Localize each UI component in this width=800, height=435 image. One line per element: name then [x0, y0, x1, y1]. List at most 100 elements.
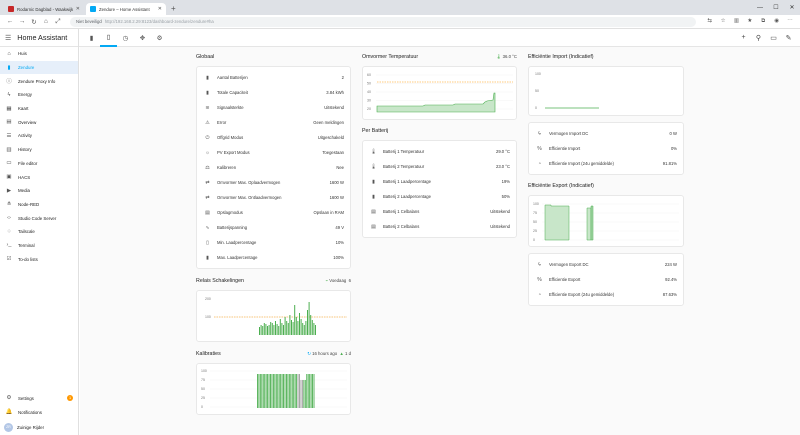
sidebar-item-media[interactable]: ▶ Media	[0, 184, 78, 198]
browser-tab-1[interactable]: Rodarnic Dagblad - Waakwijk Ei ✕	[4, 3, 84, 15]
kalibratie-bar	[261, 374, 263, 408]
back-icon[interactable]: ←	[4, 18, 16, 25]
entity-row[interactable]: ▮ Batterij 2 Laadpercentage 50%	[363, 189, 516, 204]
close-icon[interactable]: ✕	[158, 6, 162, 12]
sidebar-item-zendure-proxy-info[interactable]: ⓘ Zendure Proxy Info	[0, 74, 78, 88]
entity-row[interactable]: ▯ Min. Laadpercentage 10%	[197, 235, 350, 250]
entity-row[interactable]: ▮ Aantal Batterijen 2	[197, 70, 350, 85]
more-icon[interactable]: ⋯	[784, 18, 796, 24]
entity-row[interactable]: ⚠ Error Geen meldingen	[197, 115, 350, 130]
entity-value: 0%	[670, 146, 677, 151]
forward-icon[interactable]: →	[16, 18, 28, 25]
entity-row[interactable]: ϟ Vermogen Export DC 224 W	[529, 257, 683, 272]
efficiency-import-chart-card: 100 50 0	[528, 66, 684, 116]
entity-row[interactable]: ∿ Batterijspanning 49 V	[197, 220, 350, 235]
sidebar-item-settings[interactable]: ⚙ Settings 1	[0, 392, 78, 406]
battery-icon: ▮	[7, 64, 11, 71]
sidebar-item-user[interactable]: ZR Zuinige Rijder	[0, 419, 78, 435]
search-icon[interactable]: ⚲	[751, 34, 766, 42]
tab-battery[interactable]: ▮	[83, 29, 100, 47]
kalibratie-bar	[297, 374, 299, 408]
sidebar-item-tailscale[interactable]: ⁘ Tailscale	[0, 225, 78, 239]
tab-history[interactable]: ◷	[117, 29, 134, 47]
entity-label: Batterij 1 Temperatuur	[383, 149, 425, 154]
sidebar-item-history[interactable]: ▥ History	[0, 143, 78, 157]
kalibratie-bar	[313, 374, 315, 408]
entity-row[interactable]: ⚖ Kalibreren Nee	[197, 160, 350, 175]
collections-icon[interactable]: ⧉	[757, 18, 769, 25]
add-icon[interactable]: +	[736, 34, 751, 42]
url-field[interactable]: Niet beveiligd http://192.168.2.29:8123/…	[70, 16, 696, 27]
sidebar-item-to-do-lists[interactable]: ☑ To-do lists	[0, 252, 78, 266]
entity-row[interactable]: ▤ Batterij 1 Celbalans Uitstekend	[363, 204, 516, 219]
kalibratie-bar	[312, 374, 313, 408]
relais-bar	[291, 320, 292, 335]
tab-sitemap[interactable]: ✥	[134, 29, 151, 47]
chart-icon: ⌁	[325, 278, 329, 283]
relais-bar	[260, 325, 262, 335]
split-icon[interactable]: ▥	[730, 18, 742, 24]
reload-icon[interactable]: ↻	[28, 18, 40, 26]
entity-row[interactable]: ⇄ Omvormer Max. Ontlaadvermogen 1600 W	[197, 190, 350, 205]
entity-label: PV Export Modus	[217, 150, 250, 155]
omvormer-card: 60 50 40 30 20	[362, 66, 517, 120]
entity-row[interactable]: ⇄ Omvormer Max. Oplaadvermogen 1600 W	[197, 175, 350, 190]
relais-bar	[281, 323, 283, 335]
sidebar-item-activity[interactable]: ☰ Activity	[0, 129, 78, 143]
relais-bar	[308, 302, 310, 335]
entity-row[interactable]: ▮ Max. Laadpercentage 100%	[197, 250, 350, 265]
maximize-icon[interactable]: ☐	[768, 4, 784, 11]
voltage-icon: ∿	[205, 224, 210, 231]
sidebar-item-zendure[interactable]: ▮ Zendure	[0, 60, 78, 75]
entity-row[interactable]: ≋ Signaalsterkte Uitstekend	[197, 100, 350, 115]
sidebar-item-hacs[interactable]: ▣ HACS	[0, 170, 78, 184]
sidebar-item-energy[interactable]: ϟ Energy	[0, 88, 78, 102]
entity-row[interactable]: ▤ Batterij 2 Celbalans Uitstekend	[363, 219, 516, 234]
assist-icon[interactable]: ▭	[766, 34, 781, 42]
tab-battery-detail[interactable]: ▯	[100, 29, 117, 47]
entity-row[interactable]: 🌡 Batterij 1 Temperatuur 29.0 °C	[363, 144, 516, 159]
entity-value: Uitstekend	[324, 105, 344, 110]
entity-row[interactable]: % Efficientie Import 0%	[529, 141, 683, 156]
tab-settings[interactable]: ⚙	[151, 29, 168, 47]
home-icon[interactable]: ⌂	[40, 18, 52, 25]
sidebar-item-overview[interactable]: ▤ Overview	[0, 115, 78, 129]
kalibratie-bar	[271, 374, 273, 408]
entity-row[interactable]: ◔ Efficientie Export (24u gemiddelde) 87.6…	[529, 287, 683, 302]
new-tab-icon[interactable]: +	[168, 3, 179, 15]
sidebar-item-file-editor[interactable]: ▭ File editor	[0, 157, 78, 171]
entity-row[interactable]: ☼ PV Export Modus Toegestaan	[197, 145, 350, 160]
app-title: Home Assistant	[17, 33, 68, 42]
menu-icon[interactable]: ☰	[5, 34, 11, 42]
entity-label: Omvormer Max. Oplaadvermogen	[217, 180, 281, 185]
sidebar-item-terminal[interactable]: ›_ Terminal	[0, 239, 78, 253]
translate-icon[interactable]: ⇆	[704, 18, 716, 24]
minimize-icon[interactable]: —	[752, 5, 768, 11]
extension-icon[interactable]: ⤢	[52, 18, 64, 26]
sidebar-item-huis[interactable]: ⌂ Huis	[0, 47, 78, 61]
browser-tab-2[interactable]: Zendure – Home Assistant ✕	[86, 3, 166, 15]
entity-row[interactable]: ▮ Batterij 1 Laadpercentage 19%	[363, 174, 516, 189]
sidebar-item-node-red[interactable]: ⋔ Node-RED	[0, 198, 78, 212]
entity-row[interactable]: 🌡 Batterij 2 Temperatuur 23.0 °C	[363, 159, 516, 174]
entity-row[interactable]: % Efficientie Export 92.4%	[529, 272, 683, 287]
edit-icon[interactable]: ✎	[781, 34, 796, 42]
sidebar-item-notifications[interactable]: 🔔 Notifications	[0, 405, 78, 419]
close-icon[interactable]: ✕	[76, 6, 80, 12]
sidebar-item-studio-code-server[interactable]: ‹› Studio Code Server	[0, 211, 78, 225]
bookmarks-icon[interactable]: ★	[744, 18, 756, 24]
bookmark-icon[interactable]: ☆	[717, 18, 729, 24]
sidebar-item-kaart[interactable]: ▦ Kaart	[0, 102, 78, 116]
sidebar-item-label: HACS	[18, 174, 31, 180]
avatar: ZR	[4, 422, 13, 432]
close-window-icon[interactable]: ✕	[784, 4, 800, 11]
battery-icon: ▮	[372, 193, 375, 200]
entity-row[interactable]: ϟ Vermogen Import DC 0 W	[529, 126, 683, 141]
entity-row[interactable]: ⏻ Offgrid Modus Uitgeschakeld	[197, 130, 350, 145]
battery-full-icon: ▮	[206, 254, 209, 261]
relais-bar	[279, 319, 281, 335]
entity-row[interactable]: ◔ Efficientie Import (24u gemiddelde) 91.8…	[529, 156, 683, 171]
profile-icon[interactable]: ◉	[771, 18, 783, 24]
entity-row[interactable]: ▤ Opslagmodus Opslaan in RAM	[197, 205, 350, 220]
entity-row[interactable]: ▮ Totale Capaciteit 3.84 kWh	[197, 85, 350, 100]
